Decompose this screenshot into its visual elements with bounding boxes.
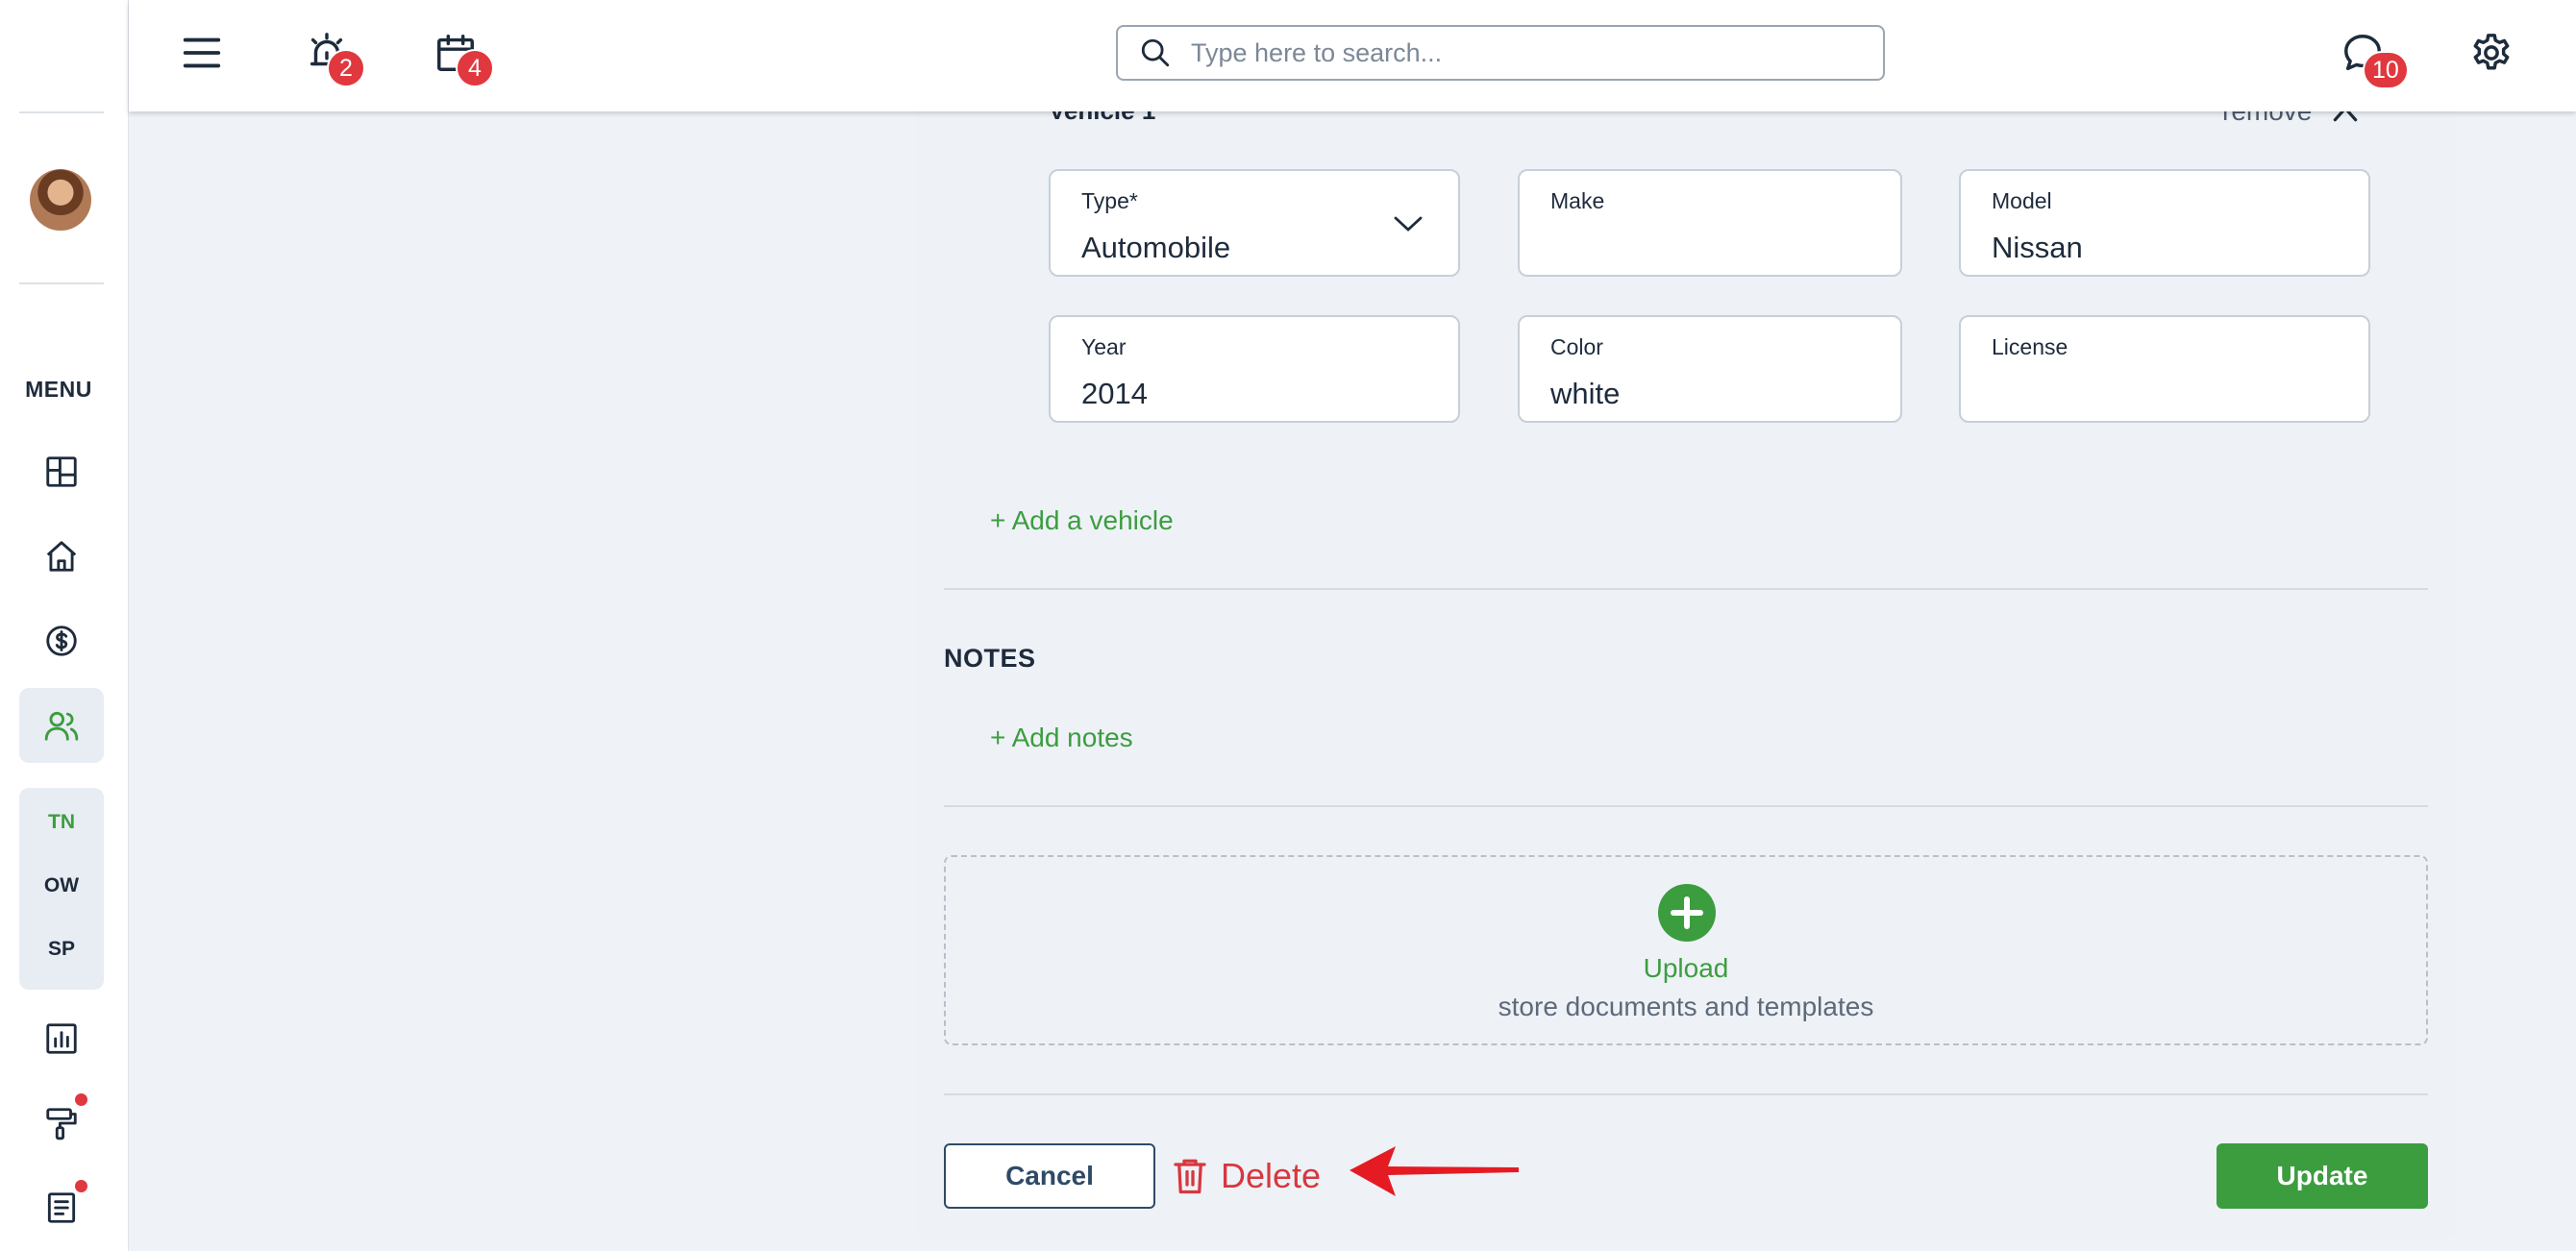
- cancel-button[interactable]: Cancel: [944, 1143, 1155, 1209]
- section-divider: [944, 588, 2428, 590]
- messages-button[interactable]: 10: [2334, 24, 2409, 89]
- submenu-item-ow[interactable]: OW: [19, 874, 104, 897]
- vehicle-type-select[interactable]: Type* Automobile: [1049, 169, 1460, 277]
- upload-title: Upload: [1643, 953, 1729, 983]
- gear-icon: [2473, 34, 2510, 70]
- search-icon: [1141, 38, 1170, 67]
- alarm-button[interactable]: 2: [298, 24, 365, 87]
- vehicle-color-field[interactable]: Color white: [1518, 315, 1902, 423]
- update-button[interactable]: Update: [2217, 1143, 2428, 1209]
- paint-roller-icon: [46, 1108, 77, 1141]
- search-input[interactable]: [1191, 37, 1845, 68]
- submenu-item-sp[interactable]: SP: [19, 938, 104, 961]
- hamburger-menu-button[interactable]: [173, 24, 231, 82]
- notes-section-title: NOTES: [944, 644, 1036, 673]
- field-label: License: [1992, 334, 2068, 359]
- top-bar: 2 4 10: [129, 0, 2576, 111]
- sidebar-divider: [19, 111, 104, 113]
- field-label: Type*: [1081, 188, 1138, 213]
- upload-subtitle: store documents and templates: [1498, 992, 1874, 1021]
- sidebar-item-reports[interactable]: [19, 1001, 104, 1076]
- sidebar-item-finance[interactable]: [19, 603, 104, 678]
- section-divider: [944, 805, 2428, 807]
- field-value: 2014: [1081, 377, 1148, 410]
- sidebar-item-contacts[interactable]: [19, 688, 104, 763]
- notification-dot: [75, 1093, 87, 1106]
- messages-count-badge: 10: [2363, 51, 2409, 89]
- field-label: Model: [1992, 188, 2052, 213]
- dollar-circle-icon: [46, 626, 77, 656]
- submenu-item-tn[interactable]: TN: [19, 811, 104, 834]
- sidebar-item-dashboard[interactable]: [19, 434, 104, 509]
- vehicle-year-field[interactable]: Year 2014: [1049, 315, 1460, 423]
- section-divider: [944, 1093, 2428, 1095]
- search-bar[interactable]: [1116, 25, 1885, 81]
- field-label: Year: [1081, 334, 1127, 359]
- delete-label: Delete: [1221, 1156, 1322, 1195]
- add-notes-link[interactable]: + Add notes: [990, 723, 1133, 753]
- calendar-button[interactable]: 4: [427, 24, 494, 87]
- home-icon: [46, 541, 77, 572]
- dashboard-icon: [46, 456, 77, 487]
- sidebar-item-paint[interactable]: [19, 1086, 104, 1161]
- field-value: white: [1550, 377, 1621, 410]
- menu-label: MENU: [25, 377, 92, 402]
- sidebar-item-home[interactable]: [19, 519, 104, 594]
- field-value: Nissan: [1992, 231, 2083, 264]
- bar-chart-icon: [46, 1023, 77, 1054]
- alarm-count-badge: 2: [327, 49, 365, 87]
- chevron-down-icon: [1394, 216, 1423, 232]
- document-icon: [47, 1192, 76, 1223]
- plus-circle-icon[interactable]: [1658, 884, 1716, 942]
- trash-icon: [1174, 1159, 1206, 1194]
- field-value: Automobile: [1081, 231, 1231, 264]
- calendar-count-badge: 4: [456, 49, 494, 87]
- field-label: Color: [1550, 334, 1603, 359]
- vehicle-model-field[interactable]: Model Nissan: [1959, 169, 2370, 277]
- field-label: Make: [1550, 188, 1605, 213]
- settings-button[interactable]: [2463, 24, 2520, 82]
- sidebar: MENU TN OW SP: [0, 0, 129, 1251]
- vehicle-license-field[interactable]: License: [1959, 315, 2370, 423]
- add-vehicle-link[interactable]: + Add a vehicle: [990, 505, 1174, 536]
- notification-dot: [75, 1180, 87, 1192]
- red-arrow-annotation: [1350, 1146, 1519, 1196]
- users-icon: [44, 711, 79, 741]
- vehicle-make-field[interactable]: Make: [1518, 169, 1902, 277]
- upload-dropzone[interactable]: Upload store documents and templates: [944, 855, 2428, 1045]
- delete-button[interactable]: Delete: [1173, 1147, 1321, 1205]
- sidebar-divider: [19, 282, 104, 284]
- avatar[interactable]: [30, 169, 91, 231]
- contacts-submenu: TN OW SP: [19, 788, 104, 990]
- hamburger-icon: [183, 37, 221, 68]
- sidebar-item-documents[interactable]: [19, 1170, 104, 1245]
